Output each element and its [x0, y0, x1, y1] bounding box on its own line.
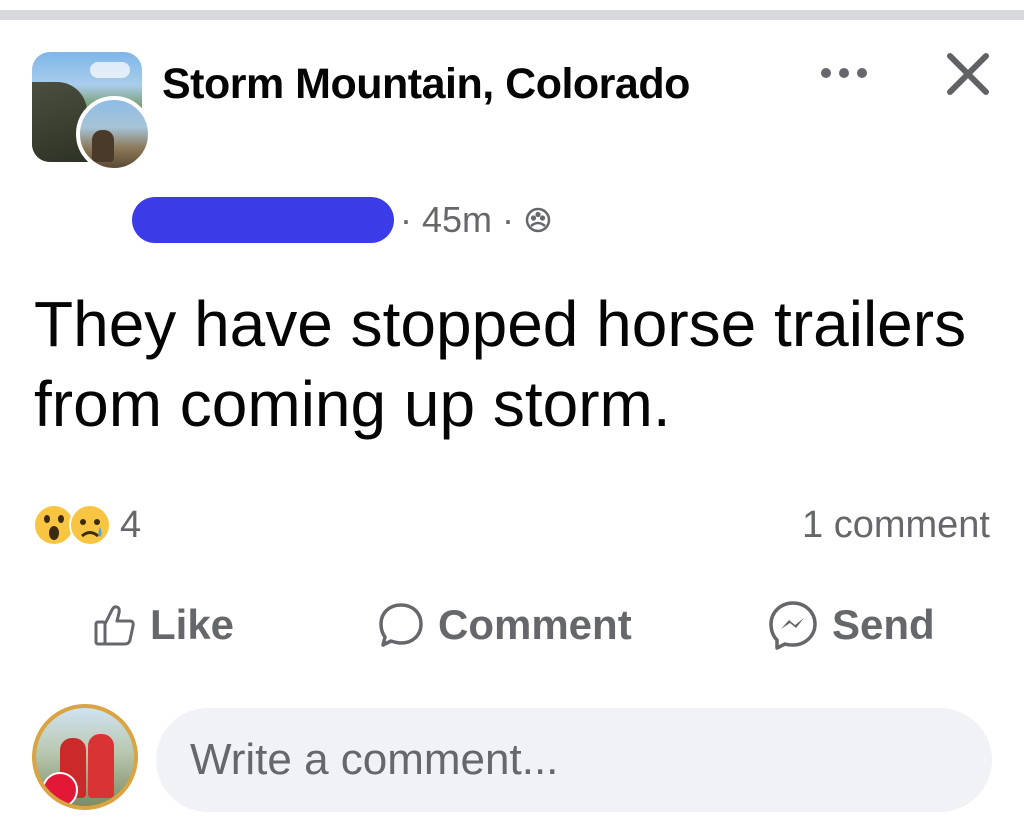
send-label: Send — [832, 601, 935, 648]
author-mini-avatar[interactable] — [76, 96, 152, 172]
send-button[interactable]: Send — [766, 592, 935, 658]
like-label: Like — [150, 601, 235, 648]
group-audience-icon — [525, 207, 551, 233]
reaction-summary[interactable]: 4 — [32, 500, 141, 550]
timestamp[interactable]: · 45m · — [400, 199, 514, 241]
close-icon[interactable] — [940, 46, 996, 102]
thumbs-up-icon — [94, 605, 135, 646]
sad-reaction-icon — [69, 504, 111, 546]
ellipsis-icon[interactable] — [816, 58, 872, 88]
post-meta: · 45m · — [132, 192, 552, 248]
comment-input[interactable] — [156, 708, 992, 812]
cloud-shape — [90, 62, 130, 78]
comment-bubble-icon — [379, 603, 423, 647]
team-logo-icon — [42, 772, 78, 806]
person-shape — [88, 734, 114, 798]
like-button[interactable]: Like — [92, 592, 234, 658]
top-divider — [0, 10, 1024, 20]
comment-button[interactable]: Comment — [376, 592, 632, 658]
author-name-redacted[interactable] — [132, 197, 394, 243]
comment-count[interactable]: 1 comment — [802, 500, 990, 550]
group-name[interactable]: Storm Mountain, Colorado — [162, 56, 722, 112]
post-body: They have stopped horse trailers from co… — [34, 288, 967, 440]
horse-shape — [92, 130, 114, 162]
current-user-avatar[interactable] — [32, 704, 138, 810]
messenger-icon — [769, 601, 817, 650]
reaction-count: 4 — [120, 503, 142, 546]
comment-label: Comment — [438, 601, 632, 648]
